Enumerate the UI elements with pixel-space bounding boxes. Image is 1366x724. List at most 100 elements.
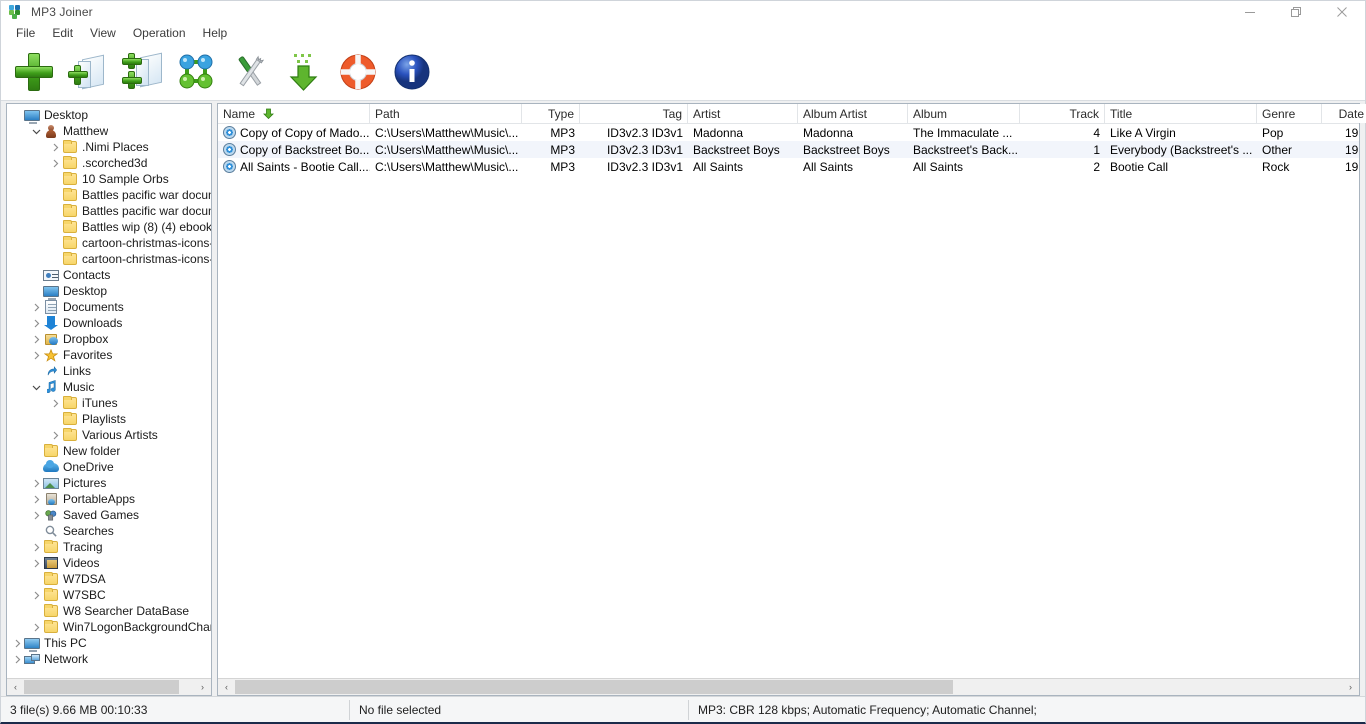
- column-header-path[interactable]: Path: [370, 104, 522, 123]
- tree-node[interactable]: cartoon-christmas-icons-vec: [7, 235, 211, 251]
- add-folder-recursive-button[interactable]: [115, 45, 169, 99]
- chevron-right-icon[interactable]: [29, 507, 43, 523]
- about-button[interactable]: [385, 45, 439, 99]
- tree-node[interactable]: New folder: [7, 443, 211, 459]
- chevron-down-icon[interactable]: [29, 123, 43, 139]
- column-header-album_artist[interactable]: Album Artist: [798, 104, 908, 123]
- chevron-right-icon[interactable]: [29, 475, 43, 491]
- tree-node[interactable]: Various Artists: [7, 427, 211, 443]
- menu-edit[interactable]: Edit: [44, 24, 82, 42]
- table-row[interactable]: Copy of Backstreet Bo... C:\Users\Matthew…: [218, 141, 1359, 158]
- tree-node[interactable]: Music: [7, 379, 211, 395]
- tree-node[interactable]: OneDrive: [7, 459, 211, 475]
- tree-node[interactable]: Downloads: [7, 315, 211, 331]
- tree-node[interactable]: W7DSA: [7, 571, 211, 587]
- menu-help[interactable]: Help: [195, 24, 237, 42]
- tree-node[interactable]: Tracing: [7, 539, 211, 555]
- chevron-right-icon[interactable]: [48, 427, 62, 443]
- tree-node[interactable]: Links: [7, 363, 211, 379]
- tree-node[interactable]: Contacts: [7, 267, 211, 283]
- tree-node[interactable]: Desktop: [7, 283, 211, 300]
- add-folder-button[interactable]: [61, 45, 115, 99]
- tree-node[interactable]: Documents: [7, 299, 211, 315]
- list-scroll-left-icon[interactable]: ‹: [218, 679, 235, 695]
- chevron-right-icon[interactable]: [29, 331, 43, 347]
- tree-node[interactable]: Battles pacific war document: [7, 203, 211, 219]
- column-header-name[interactable]: Name: [218, 104, 370, 123]
- folder-tree[interactable]: Desktop Matthew .Nimi Places .scorched3d 10 …: [7, 104, 211, 678]
- tree-node[interactable]: Favorites: [7, 347, 211, 363]
- menu-view[interactable]: View: [82, 24, 125, 42]
- tree-node[interactable]: Battles pacific war document: [7, 187, 211, 203]
- tree-node[interactable]: cartoon-christmas-icons-vec: [7, 251, 211, 267]
- chevron-right-icon[interactable]: [29, 555, 43, 571]
- cell-title: Like A Virgin: [1105, 124, 1257, 141]
- tree-node[interactable]: Win7LogonBackgroundChan: [7, 619, 211, 635]
- add-files-button[interactable]: [7, 45, 61, 99]
- file-list-rows[interactable]: Copy of Copy of Mado... C:\Users\Matthew\…: [218, 124, 1359, 678]
- tree-node[interactable]: Pictures: [7, 475, 211, 491]
- tree-scroll-left-icon[interactable]: ‹: [7, 679, 24, 695]
- chevron-right-icon[interactable]: [48, 155, 62, 171]
- maximize-button[interactable]: [1273, 1, 1319, 23]
- tree-node[interactable]: 10 Sample Orbs: [7, 171, 211, 187]
- help-button[interactable]: [331, 45, 385, 99]
- column-header-tag[interactable]: Tag: [580, 104, 688, 123]
- column-header-date[interactable]: Date: [1322, 104, 1366, 123]
- tree-node[interactable]: W7SBC: [7, 587, 211, 603]
- column-header-artist[interactable]: Artist: [688, 104, 798, 123]
- tree-node[interactable]: PortableApps: [7, 491, 211, 507]
- chevron-down-icon[interactable]: [29, 379, 43, 395]
- tree-node[interactable]: Playlists: [7, 411, 211, 427]
- chevron-right-icon[interactable]: [48, 395, 62, 411]
- tree-node[interactable]: .Nimi Places: [7, 139, 211, 155]
- close-button[interactable]: [1319, 1, 1365, 23]
- tree-node[interactable]: iTunes: [7, 395, 211, 411]
- tree-scroll-right-icon[interactable]: ›: [194, 679, 211, 695]
- cell-album_artist: Backstreet Boys: [798, 141, 908, 158]
- chevron-right-icon[interactable]: [48, 139, 62, 155]
- chevron-right-icon[interactable]: [29, 347, 43, 363]
- list-scroll-thumb[interactable]: [235, 680, 953, 694]
- tree-node[interactable]: Battles wip (8) (4) ebook_file: [7, 219, 211, 235]
- chevron-right-icon[interactable]: [10, 651, 24, 667]
- tree-node[interactable]: .scorched3d: [7, 155, 211, 171]
- output-button[interactable]: [277, 45, 331, 99]
- tree-scroll-thumb[interactable]: [24, 680, 179, 694]
- tree-scroll-track[interactable]: [24, 679, 194, 695]
- tree-node[interactable]: Matthew: [7, 123, 211, 139]
- column-header-type[interactable]: Type: [522, 104, 580, 123]
- file-list-header[interactable]: Name Path Type Tag Artist Album Artist Album Tr…: [218, 104, 1366, 124]
- tree-node[interactable]: W8 Searcher DataBase: [7, 603, 211, 619]
- chevron-right-icon[interactable]: [29, 315, 43, 331]
- tree-node[interactable]: Desktop: [7, 107, 211, 124]
- table-row[interactable]: All Saints - Bootie Call.... C:\Users\Mat…: [218, 158, 1359, 175]
- column-header-album[interactable]: Album: [908, 104, 1020, 123]
- list-scroll-track[interactable]: [235, 679, 1342, 695]
- settings-button[interactable]: [223, 45, 277, 99]
- chevron-right-icon[interactable]: [29, 491, 43, 507]
- cell-text: ID3v2.3 ID3v1: [606, 159, 683, 174]
- tree-node[interactable]: This PC: [7, 635, 211, 652]
- tree-node[interactable]: Saved Games: [7, 507, 211, 523]
- menu-operation[interactable]: Operation: [125, 24, 195, 42]
- chevron-right-icon[interactable]: [29, 619, 43, 635]
- chevron-right-icon[interactable]: [29, 587, 43, 603]
- list-hscrollbar[interactable]: ‹ ›: [218, 678, 1359, 695]
- column-header-title[interactable]: Title: [1105, 104, 1257, 123]
- tree-node[interactable]: Dropbox: [7, 331, 211, 347]
- menu-file[interactable]: File: [8, 24, 44, 42]
- tree-node[interactable]: Videos: [7, 555, 211, 571]
- chevron-right-icon[interactable]: [29, 299, 43, 315]
- tree-node[interactable]: Searches: [7, 523, 211, 539]
- column-header-track[interactable]: Track: [1020, 104, 1105, 123]
- join-button[interactable]: [169, 45, 223, 99]
- list-scroll-right-icon[interactable]: ›: [1342, 679, 1359, 695]
- column-header-genre[interactable]: Genre: [1257, 104, 1322, 123]
- tree-node[interactable]: Network: [7, 651, 211, 667]
- chevron-right-icon[interactable]: [10, 635, 24, 651]
- chevron-right-icon[interactable]: [29, 539, 43, 555]
- tree-hscrollbar[interactable]: ‹ ›: [7, 678, 211, 695]
- minimize-button[interactable]: [1227, 1, 1273, 23]
- table-row[interactable]: Copy of Copy of Mado... C:\Users\Matthew\…: [218, 124, 1359, 141]
